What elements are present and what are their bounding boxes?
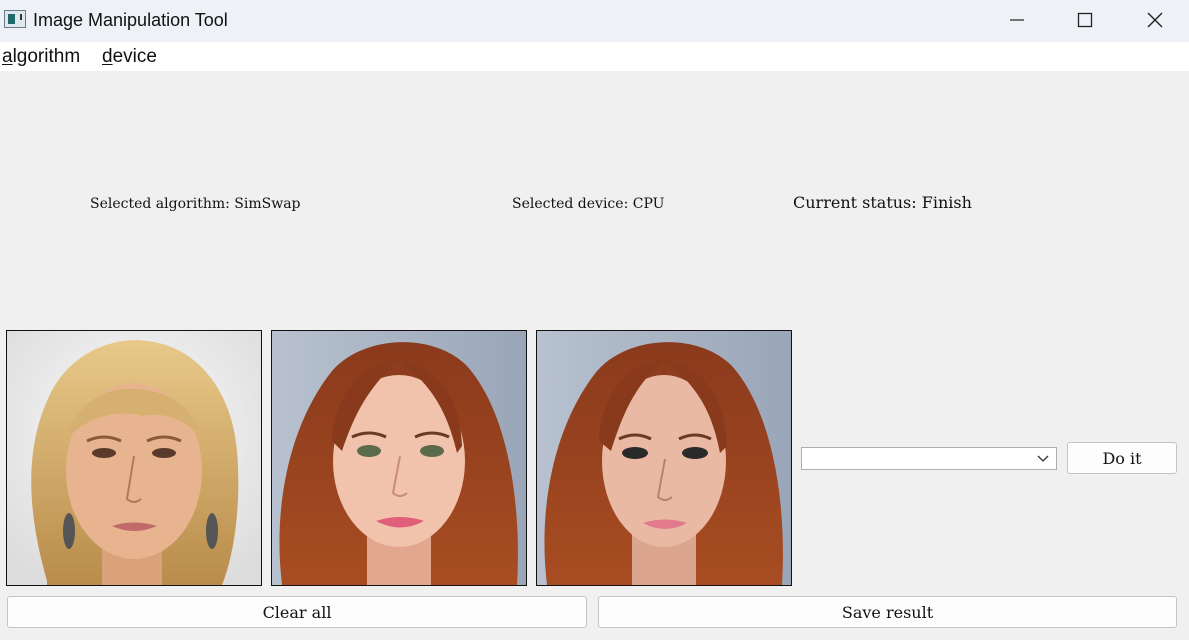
menu-device[interactable]: device (102, 46, 157, 68)
title-bar[interactable]: Image Manipulation Tool (0, 0, 1189, 42)
target-portrait (272, 331, 526, 585)
target-image[interactable] (271, 330, 527, 586)
app-icon (4, 10, 26, 28)
result-portrait (537, 331, 791, 585)
source-image[interactable] (6, 330, 262, 586)
result-image[interactable] (536, 330, 792, 586)
algorithm-combo-box[interactable] (801, 447, 1057, 470)
menu-bar: algorithm device (0, 42, 1189, 71)
window-title: Image Manipulation Tool (33, 10, 228, 30)
current-status-label: Current status: Finish (793, 193, 972, 212)
close-icon (1147, 12, 1163, 28)
menu-algorithm[interactable]: algorithm (2, 46, 80, 68)
maximize-button[interactable] (1050, 0, 1120, 40)
close-button[interactable] (1120, 0, 1189, 40)
do-it-button[interactable]: Do it (1067, 442, 1177, 474)
selected-device-label: Selected device: CPU (512, 196, 665, 212)
maximize-icon (1077, 12, 1093, 28)
chevron-down-icon (1037, 455, 1049, 462)
clear-all-button[interactable]: Clear all (7, 596, 587, 628)
minimize-icon (1010, 19, 1024, 21)
save-result-button[interactable]: Save result (598, 596, 1177, 628)
source-portrait (7, 331, 261, 585)
selected-algorithm-label: Selected algorithm: SimSwap (90, 196, 301, 212)
minimize-button[interactable] (982, 0, 1052, 40)
